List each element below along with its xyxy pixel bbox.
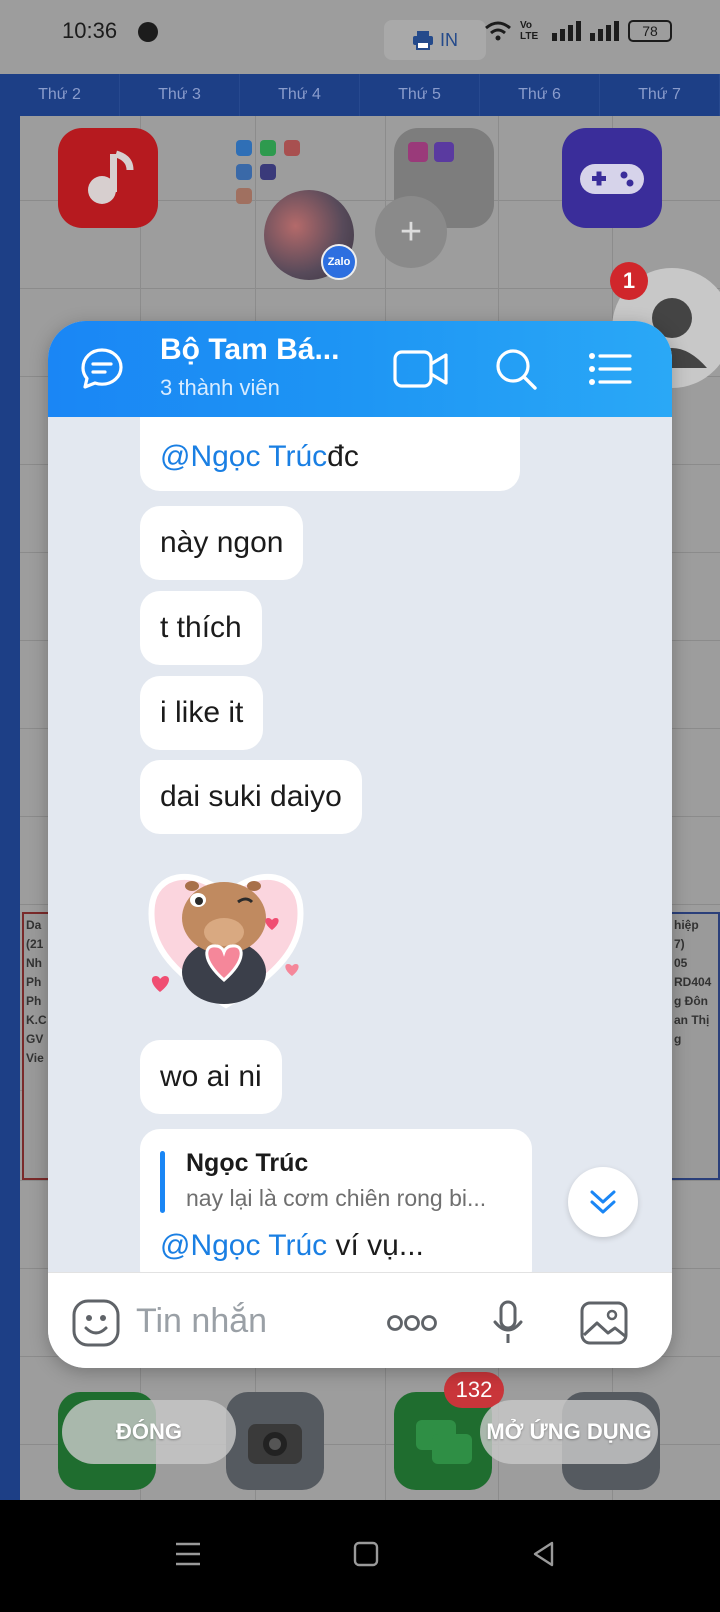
- microphone-icon[interactable]: [484, 1297, 532, 1349]
- system-navigation-bar: [0, 1500, 720, 1612]
- signal-icon: [552, 21, 581, 41]
- message-text: wo ai ni: [160, 1060, 262, 1093]
- more-options-icon[interactable]: [384, 1303, 440, 1343]
- close-bubble-button[interactable]: ĐÓNG: [62, 1400, 236, 1464]
- message-text: ví vụ...: [327, 1229, 424, 1262]
- search-icon[interactable]: [488, 341, 544, 397]
- timetable-class-cell: Da (21 Nh Ph Ph K.C GV Vie: [22, 912, 50, 1180]
- message-bubble[interactable]: i like it: [140, 676, 264, 750]
- cell-text: Vie: [26, 1051, 44, 1065]
- mention[interactable]: @Ngọc Trúc: [160, 1229, 327, 1262]
- print-label: IN: [440, 29, 458, 50]
- camera-app-icon[interactable]: [226, 1392, 324, 1490]
- signal-icon-2: [590, 21, 619, 41]
- message-composer: [48, 1272, 672, 1368]
- wifi-icon: [485, 21, 511, 41]
- printer-icon: [413, 31, 433, 50]
- video-call-icon[interactable]: [392, 341, 450, 397]
- cell-text: RD404: [674, 975, 712, 989]
- close-label: ĐÓNG: [116, 1419, 182, 1444]
- day-header-thu: Thứ 5: [360, 74, 480, 116]
- status-bar: 10:36 IN Vo LTE 78: [0, 0, 720, 66]
- message-text: đc: [327, 440, 359, 473]
- message-text: t thích: [160, 611, 242, 644]
- cell-text: Da: [26, 918, 42, 932]
- message-bubble[interactable]: @Ngọc Trúc đc: [140, 417, 520, 491]
- open-app-button[interactable]: MỞ ỨNG DỤNG: [480, 1400, 658, 1464]
- cell-text: an Thị: [674, 1013, 710, 1027]
- day-header-mon: Thứ 2: [0, 74, 120, 116]
- cell-text: hiệp: [674, 918, 699, 932]
- menu-list-icon[interactable]: [582, 341, 638, 397]
- message-bubble[interactable]: dai suki daiyo: [140, 760, 362, 834]
- quoted-author: Ngọc Trúc: [186, 1149, 309, 1177]
- message-bubble[interactable]: t thích: [140, 591, 262, 665]
- message-list[interactable]: @Ngọc Trúc đc này ngon t thích i like it…: [48, 417, 672, 1272]
- day-header-tue: Thứ 3: [120, 74, 240, 116]
- message-text: này ngon: [160, 526, 284, 559]
- timetable-left-bar: [0, 116, 20, 1500]
- status-time: 10:36: [62, 18, 118, 43]
- message-bubble[interactable]: này ngon: [140, 506, 304, 580]
- chat-title[interactable]: Bộ Tam Bá...: [160, 333, 339, 367]
- back-icon[interactable]: [514, 1524, 574, 1584]
- home-icon[interactable]: [336, 1524, 396, 1584]
- message-text: i like it: [160, 696, 244, 729]
- scroll-to-bottom-button[interactable]: [568, 1167, 638, 1237]
- day-header-wed: Thứ 4: [240, 74, 360, 116]
- quoted-preview[interactable]: nay lại là cơm chiên rong bi...: [186, 1185, 486, 1212]
- cell-text: Ph: [26, 994, 42, 1008]
- mention[interactable]: @Ngọc Trúc: [160, 440, 327, 474]
- messages-unread-badge: 132: [444, 1372, 504, 1408]
- emoji-sticker-icon[interactable]: [70, 1297, 122, 1349]
- day-header-fri: Thứ 6: [480, 74, 600, 116]
- chat-head-unread-badge: 1: [610, 262, 648, 300]
- day-header-sat: Thứ 7: [600, 74, 720, 116]
- cell-text: (21: [26, 937, 44, 951]
- game-controller-icon[interactable]: [562, 128, 662, 228]
- recent-apps-icon[interactable]: [158, 1524, 218, 1584]
- capybara-heart-sticker[interactable]: [146, 860, 306, 1010]
- cell-text: 7): [674, 937, 685, 951]
- message-input[interactable]: [136, 1299, 356, 1343]
- message-bubble[interactable]: wo ai ni: [140, 1040, 282, 1114]
- messenger-notification-icon: [138, 22, 158, 42]
- cell-text: K.C: [26, 1013, 47, 1027]
- battery-icon: 78: [628, 20, 672, 42]
- system-icons: Vo LTE 78: [484, 20, 672, 42]
- reply-text: @Ngọc Trúc ví vụ...: [160, 1229, 424, 1263]
- add-chat-head-button[interactable]: +: [375, 196, 447, 268]
- chat-header: Bộ Tam Bá... 3 thành viên: [48, 321, 672, 417]
- message-text: dai suki daiyo: [160, 780, 342, 813]
- cell-text: g: [674, 1032, 682, 1046]
- print-chip[interactable]: IN: [384, 20, 486, 60]
- timetable-class-cell: hiệp 7) 05 RD404 g Đôn an Thị g: [670, 912, 720, 1180]
- timetable-day-header: Thứ 2 Thứ 3 Thứ 4 Thứ 5 Thứ 6 Thứ 7: [0, 74, 720, 116]
- reply-message-bubble[interactable]: Ngọc Trúc nay lại là cơm chiên rong bi..…: [140, 1129, 532, 1272]
- quote-indicator: [160, 1151, 165, 1213]
- chat-member-count: 3 thành viên: [160, 375, 280, 400]
- zalo-badge-icon: Zalo: [321, 244, 357, 280]
- volte-label: Vo LTE: [520, 20, 539, 42]
- open-app-label: MỞ ỨNG DỤNG: [486, 1419, 652, 1444]
- chat-bubble-window: Bộ Tam Bá... 3 thành viên @Ngọc Trúc đc …: [48, 321, 672, 1368]
- cell-text: Ph: [26, 975, 42, 989]
- cell-text: g Đôn: [674, 994, 708, 1008]
- cell-text: 05: [674, 956, 688, 970]
- double-chevron-down-icon: [590, 1190, 616, 1214]
- cell-text: GV: [26, 1032, 44, 1046]
- chat-list-icon[interactable]: [76, 343, 128, 395]
- image-gallery-icon[interactable]: [578, 1297, 630, 1349]
- music-app-icon[interactable]: [58, 128, 158, 228]
- cell-text: Nh: [26, 956, 42, 970]
